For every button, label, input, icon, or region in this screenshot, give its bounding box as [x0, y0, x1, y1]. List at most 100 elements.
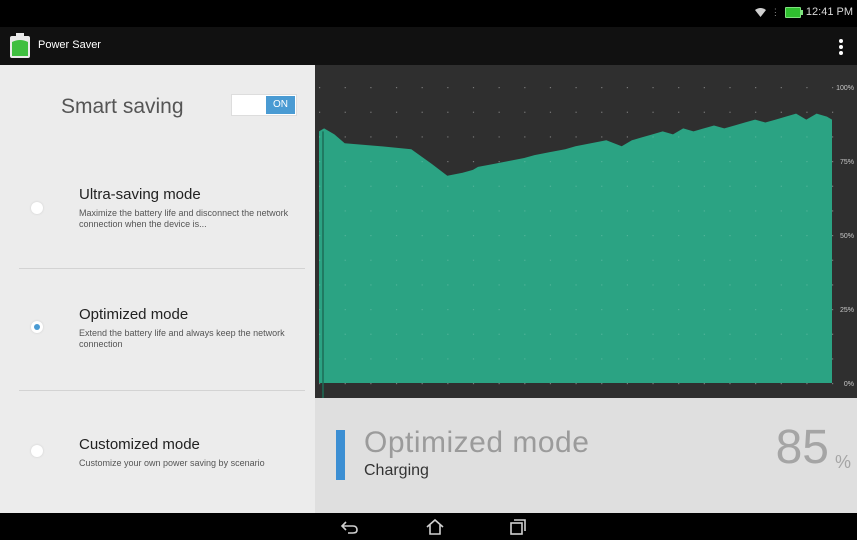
grid-dot: [370, 185, 372, 187]
grid-dot: [472, 111, 475, 113]
grid-dot: [703, 333, 705, 335]
mode-accent-bar: [336, 430, 345, 480]
grid-dot: [601, 309, 603, 311]
battery-percent: 85: [775, 421, 829, 474]
battery-summary-panel: Optimized mode Charging 85 %: [315, 398, 857, 513]
grid-dot: [319, 161, 321, 163]
mode-list-panel: Smart saving ON Ultra-saving mode Maximi…: [0, 65, 315, 513]
grid-dot: [832, 111, 834, 113]
overflow-menu-icon[interactable]: [839, 39, 843, 55]
home-icon[interactable]: [425, 518, 445, 535]
grid-dot: [421, 333, 423, 335]
grid-dot: [575, 259, 577, 261]
grid-dot: [524, 87, 526, 89]
grid-dot: [626, 161, 628, 163]
status-bar: ⋮ 12:41 PM: [0, 0, 857, 27]
grid-dot: [472, 235, 475, 237]
grid-dot: [498, 309, 500, 311]
back-icon[interactable]: [340, 518, 360, 535]
grid-dot: [832, 210, 834, 212]
grid-dot: [395, 136, 398, 138]
grid-dot: [729, 333, 731, 335]
grid-dot: [780, 87, 782, 89]
grid-dot: [729, 111, 731, 113]
grid-dot: [472, 136, 475, 138]
grid-dot: [319, 259, 321, 261]
grid-dot: [755, 235, 757, 237]
grid-dot: [601, 383, 603, 385]
grid-dot: [344, 210, 346, 212]
grid-dot: [395, 210, 398, 212]
grid-dot: [421, 161, 423, 163]
grid-dot: [421, 111, 423, 113]
grid-dot: [447, 87, 449, 89]
grid-dot: [729, 235, 731, 237]
grid-dot: [678, 259, 680, 261]
grid-dot: [755, 136, 757, 138]
grid-dot: [344, 136, 346, 138]
grid-dot: [652, 309, 654, 311]
grid-dot: [601, 161, 603, 163]
grid-dot: [447, 111, 449, 113]
grid-dot: [319, 284, 321, 286]
grid-dot: [729, 136, 731, 138]
grid-dot: [755, 284, 757, 286]
y-tick-label: 0%: [844, 381, 854, 388]
app-title: Power Saver: [38, 39, 101, 51]
grid-dot: [395, 333, 398, 335]
grid-dot: [524, 161, 526, 163]
grid-dot: [626, 210, 628, 212]
grid-dot: [319, 383, 321, 385]
grid-dot: [832, 259, 834, 261]
grid-dot: [549, 161, 552, 163]
grid-dot: [729, 210, 731, 212]
recent-apps-icon[interactable]: [508, 518, 528, 535]
grid-dot: [652, 358, 654, 360]
grid-dot: [498, 185, 500, 187]
grid-dot: [370, 136, 372, 138]
grid-dot: [472, 284, 475, 286]
grid-dot: [498, 333, 500, 335]
grid-dot: [652, 136, 654, 138]
mode-option-optimized[interactable]: Optimized mode Extend the battery life a…: [0, 269, 315, 389]
grid-dot: [575, 358, 577, 360]
grid-dot: [703, 161, 705, 163]
grid-dot: [806, 136, 808, 138]
battery-charging-icon: [784, 6, 803, 18]
grid-dot: [626, 235, 628, 237]
grid-dot: [601, 333, 603, 335]
radio-button[interactable]: [31, 202, 43, 214]
grid-dot: [729, 358, 731, 360]
radio-button[interactable]: [31, 445, 43, 457]
y-tick-label: 50%: [840, 233, 854, 240]
grid-dot: [575, 284, 577, 286]
mode-title: Customized mode: [79, 436, 200, 453]
grid-dot: [344, 235, 346, 237]
current-mode-label: Optimized mode: [364, 426, 590, 459]
grid-dot: [755, 87, 757, 89]
grid-dot: [472, 87, 475, 89]
grid-dot: [601, 185, 603, 187]
grid-dot: [524, 309, 526, 311]
radio-button-selected[interactable]: [31, 321, 43, 333]
mode-option-ultra-saving[interactable]: Ultra-saving mode Maximize the battery l…: [0, 165, 315, 265]
grid-dot: [703, 383, 705, 385]
grid-dot: [549, 87, 552, 89]
grid-dot: [319, 358, 321, 360]
grid-dot: [703, 259, 705, 261]
grid-dot: [549, 235, 552, 237]
grid-dot: [447, 358, 449, 360]
grid-dot: [601, 259, 603, 261]
grid-dot: [421, 259, 423, 261]
mode-option-customized[interactable]: Customized mode Customize your own power…: [0, 391, 315, 511]
grid-dot: [626, 284, 628, 286]
smart-saving-toggle[interactable]: ON: [231, 94, 297, 116]
grid-dot: [498, 235, 500, 237]
grid-dot: [319, 309, 321, 311]
grid-dot: [447, 383, 449, 385]
action-bar: Power Saver: [0, 27, 857, 66]
grid-dot: [524, 235, 526, 237]
grid-dot: [447, 333, 449, 335]
grid-dot: [319, 235, 321, 237]
grid-dot: [524, 358, 526, 360]
